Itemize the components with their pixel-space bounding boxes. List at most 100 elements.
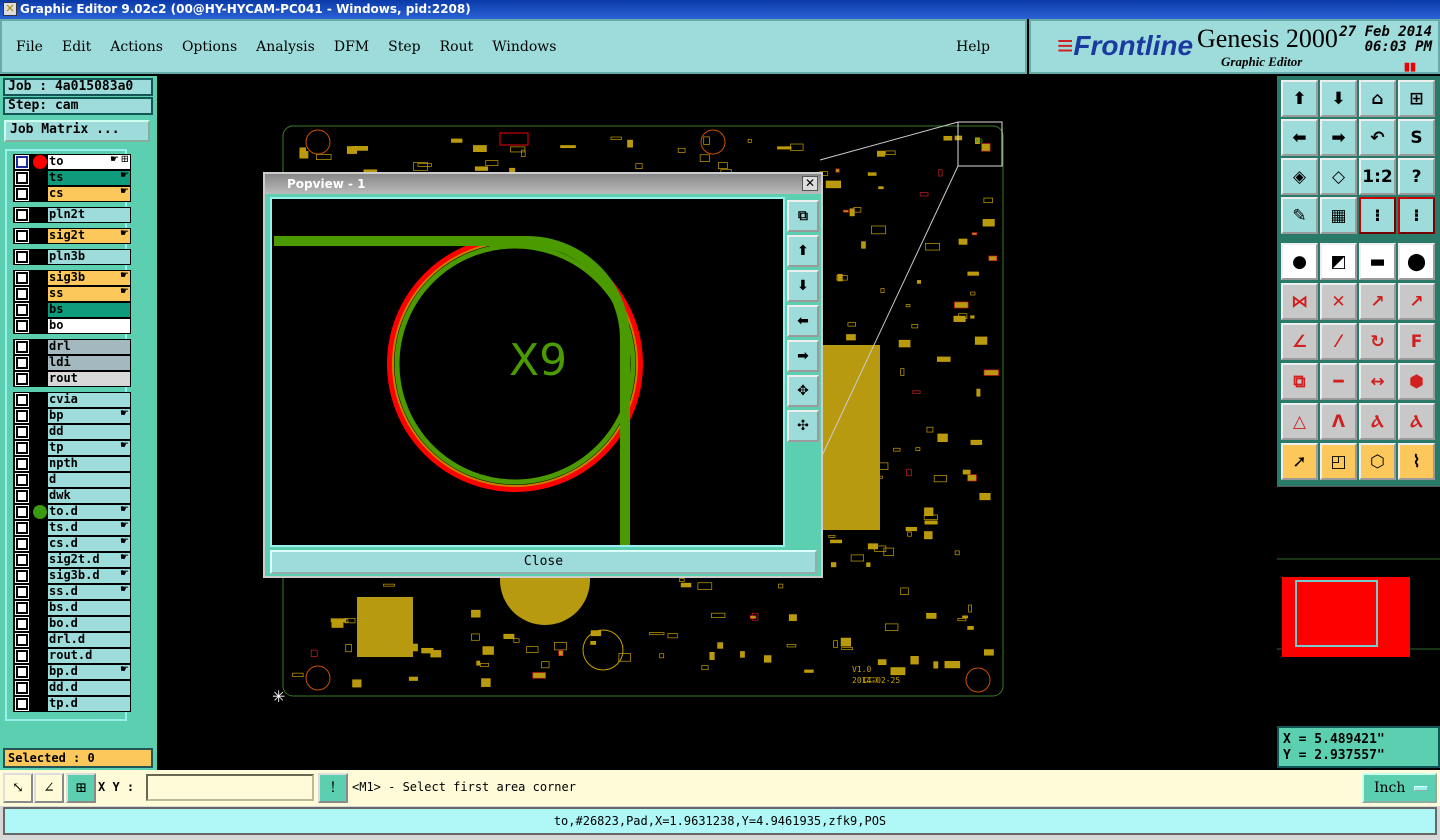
- delete-icon[interactable]: ✕: [1320, 283, 1357, 320]
- pan-left-icon[interactable]: ⬅: [787, 305, 819, 337]
- layer-checkbox[interactable]: [15, 697, 29, 711]
- job-matrix-button[interactable]: Job Matrix ...: [4, 120, 150, 142]
- netlist-red-icon[interactable]: ⁝: [1398, 197, 1435, 234]
- layer-checkbox[interactable]: [15, 617, 29, 631]
- line-move-icon[interactable]: ⁄: [1320, 323, 1357, 360]
- angle-icon[interactable]: ∠: [34, 773, 64, 803]
- layer-row-drl[interactable]: drl: [13, 339, 131, 355]
- menu-actions[interactable]: Actions: [110, 39, 163, 55]
- layer-row-sig3b[interactable]: sig3b ☛: [13, 270, 131, 286]
- move-icon[interactable]: ↗: [1359, 283, 1396, 320]
- copy-icon[interactable]: ◩: [1320, 243, 1357, 280]
- pan-right-icon[interactable]: ➡: [1320, 119, 1357, 156]
- layer-row-bs-d[interactable]: bs.d: [13, 600, 131, 616]
- layer-row-bp[interactable]: bp ☛: [13, 408, 131, 424]
- layer-row-sig2t[interactable]: sig2t ☛: [13, 228, 131, 244]
- layer-row-rout-d[interactable]: rout.d: [13, 648, 131, 664]
- menu-edit[interactable]: Edit: [62, 39, 91, 55]
- layer-checkbox[interactable]: [15, 521, 29, 535]
- layer-name[interactable]: bs: [48, 303, 130, 317]
- pan-down-icon[interactable]: ⬇: [787, 270, 819, 302]
- layer-checkbox[interactable]: [15, 601, 29, 615]
- layer-row-ss-d[interactable]: ss.d ☛: [13, 584, 131, 600]
- layer-row-to-d[interactable]: to.d ☛: [13, 504, 131, 520]
- move-pad-icon[interactable]: ↗: [1398, 283, 1435, 320]
- xy-input[interactable]: [146, 774, 314, 801]
- layer-name[interactable]: bo: [48, 319, 130, 333]
- layer-checkbox[interactable]: [15, 457, 29, 471]
- arc-icon[interactable]: Λ: [1320, 403, 1357, 440]
- pan-up-icon[interactable]: ⬆: [1281, 80, 1318, 117]
- layer-row-cs-d[interactable]: cs.d ☛: [13, 536, 131, 552]
- layer-name[interactable]: pln2t: [48, 208, 130, 222]
- layer-checkbox[interactable]: [15, 665, 29, 679]
- rotate-icon[interactable]: ↻: [1359, 323, 1396, 360]
- break-line-icon[interactable]: ━: [1320, 363, 1357, 400]
- layer-row-ts-d[interactable]: ts.d ☛: [13, 520, 131, 536]
- layer-row-cs[interactable]: cs ☛: [13, 186, 131, 202]
- layer-checkbox[interactable]: [15, 553, 29, 567]
- layer-name[interactable]: sig3b: [48, 271, 130, 285]
- snap-icon[interactable]: S: [1398, 119, 1435, 156]
- layer-name[interactable]: dd.d: [48, 681, 130, 695]
- zoom-home-icon[interactable]: ⧉: [787, 200, 819, 232]
- connect-icon[interactable]: ⋈: [1281, 283, 1318, 320]
- mirror-icon[interactable]: F: [1398, 323, 1435, 360]
- zoom-area-icon[interactable]: ⤡: [3, 773, 33, 803]
- layer-name[interactable]: rout.d: [48, 649, 130, 663]
- layer-checkbox[interactable]: [15, 271, 29, 285]
- layer-name[interactable]: to.d: [48, 505, 130, 519]
- layer-checkbox[interactable]: [15, 569, 29, 583]
- layer-checkbox[interactable]: [15, 409, 29, 423]
- move-rect-icon[interactable]: ⧉: [1281, 363, 1318, 400]
- measure-icon[interactable]: ▬: [1359, 243, 1396, 280]
- select-net-icon[interactable]: ⌇: [1398, 443, 1435, 480]
- layer-name[interactable]: tp.d: [48, 697, 130, 711]
- pan-up-icon[interactable]: ⬆: [787, 235, 819, 267]
- popview-title-bar[interactable]: Popview - 1 ✕: [265, 174, 821, 194]
- layer-checkbox[interactable]: [15, 489, 29, 503]
- layer-checkbox[interactable]: [15, 356, 29, 370]
- layer-checkbox[interactable]: [15, 171, 29, 185]
- layer-checkbox[interactable]: [15, 441, 29, 455]
- grid-snap-icon[interactable]: ⊞: [66, 773, 96, 803]
- layer-row-tp-d[interactable]: tp.d: [13, 696, 131, 712]
- layer-row-pln2t[interactable]: pln2t: [13, 207, 131, 223]
- dimension-icon[interactable]: ↔: [1359, 363, 1396, 400]
- layer-row-dwk[interactable]: dwk: [13, 488, 131, 504]
- alert-icon[interactable]: !: [318, 773, 348, 803]
- layer-row-ts[interactable]: ts ☛: [13, 170, 131, 186]
- menu-file[interactable]: File: [16, 39, 43, 55]
- layer-checkbox[interactable]: [15, 287, 29, 301]
- netlist-icon[interactable]: ⁝: [1359, 197, 1396, 234]
- layer-row-bp-d[interactable]: bp.d ☛: [13, 664, 131, 680]
- layer-row-tp[interactable]: tp ☛: [13, 440, 131, 456]
- slivers-icon[interactable]: △: [1281, 403, 1318, 440]
- pan-down-icon[interactable]: ⬇: [1320, 80, 1357, 117]
- overview-map[interactable]: [1277, 486, 1440, 724]
- layer-checkbox[interactable]: [15, 340, 29, 354]
- layer-name[interactable]: drl: [48, 340, 130, 354]
- layer-row-bo-d[interactable]: bo.d: [13, 616, 131, 632]
- shapes-icon[interactable]: ⬢: [1398, 363, 1435, 400]
- select-icon[interactable]: ➚: [1281, 443, 1318, 480]
- pause-icon[interactable]: ▮▮: [1404, 60, 1416, 73]
- select-rect-icon[interactable]: ◰: [1320, 443, 1357, 480]
- popview-close-button[interactable]: Close: [270, 550, 817, 574]
- xy-grid-icon[interactable]: ⊞: [1398, 80, 1435, 117]
- select-poly-icon[interactable]: ⬡: [1359, 443, 1396, 480]
- layer-name[interactable]: tp: [48, 441, 130, 455]
- layer-checkbox[interactable]: [15, 187, 29, 201]
- units-select[interactable]: Inch: [1362, 773, 1437, 803]
- layer-row-sig2t-d[interactable]: sig2t.d ☛: [13, 552, 131, 568]
- layer-name[interactable]: bp.d: [48, 665, 130, 679]
- menu-options[interactable]: Options: [182, 39, 237, 55]
- layer-row-drl-d[interactable]: drl.d: [13, 632, 131, 648]
- layer-checkbox[interactable]: [15, 649, 29, 663]
- layer-row-to[interactable]: to ☛ ⊞: [13, 154, 131, 170]
- pad-icon[interactable]: ⬤: [1398, 243, 1435, 280]
- layer-row-rout[interactable]: rout: [13, 371, 131, 387]
- layer-checkbox[interactable]: [15, 473, 29, 487]
- layer-checkbox[interactable]: [15, 681, 29, 695]
- undo-view-icon[interactable]: ↶: [1359, 119, 1396, 156]
